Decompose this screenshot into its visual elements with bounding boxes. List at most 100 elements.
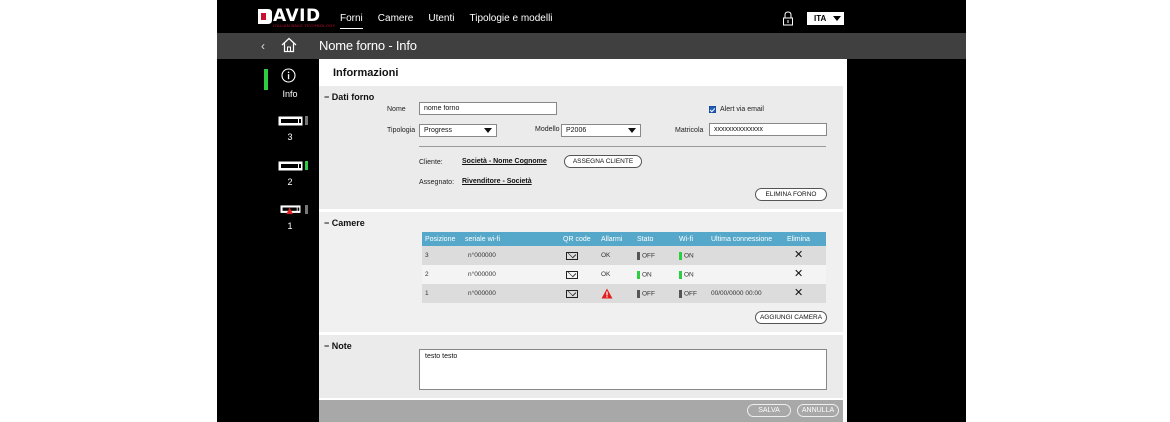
sidebar: Info 3 2 1	[217, 59, 319, 422]
cell-allarmi: OK	[598, 246, 634, 265]
col-elimina: Elimina	[784, 232, 826, 246]
top-bar: AVID ITALIAN BAKE TECHNOLOGY Forni Camer…	[217, 0, 966, 33]
assegnato-label: Assegnato:	[419, 179, 455, 186]
cancel-button[interactable]: ANNULLA	[797, 404, 839, 417]
modello-select[interactable]: P2006	[561, 124, 641, 137]
camere-section: − Camere Posizione seriale wi-fi QR code…	[319, 212, 843, 332]
app-window: AVID ITALIAN BAKE TECHNOLOGY Forni Camer…	[217, 0, 966, 422]
status-indicator	[637, 289, 640, 298]
sidebar-item-oven-1[interactable]: 1	[217, 201, 319, 245]
stato-value: ON	[642, 271, 652, 279]
matricola-input[interactable]	[709, 123, 827, 136]
note-textarea[interactable]: testo testo	[419, 349, 827, 390]
aggiungi-camera-button[interactable]: AGGIUNGI CAMERA	[755, 311, 827, 324]
home-icon[interactable]	[281, 37, 297, 53]
matricola-label: Matricola	[675, 127, 704, 134]
cell-stato: OFF	[634, 284, 676, 303]
cell-elimina: ✕	[784, 246, 826, 265]
sidebar-item-info[interactable]: Info	[217, 59, 319, 103]
note-section: − Note testo testo	[319, 335, 843, 398]
table-header-row: Posizione seriale wi-fi QR code Allarmi …	[422, 232, 826, 246]
cell-qr	[560, 246, 598, 265]
cell-elimina: ✕	[784, 265, 826, 284]
tipologia-label: Tipologia	[387, 127, 416, 134]
status-indicator	[637, 270, 640, 279]
nav-forni[interactable]: Forni	[340, 13, 363, 29]
cliente-link[interactable]: Società - Nome Cognome	[462, 158, 547, 165]
sidebar-item-oven-2[interactable]: 2	[217, 157, 319, 201]
language-value: ITA	[814, 14, 827, 23]
tipologia-select[interactable]: Progress	[419, 124, 497, 137]
wifi-value: ON	[684, 252, 694, 260]
assegnato-link[interactable]: Rivenditore - Società	[462, 178, 532, 185]
chevron-down-icon	[484, 128, 492, 133]
alert-email-label: Alert via email	[720, 106, 764, 113]
wifi-indicator	[679, 251, 682, 260]
table-row: 3 n°000000 OK OFF ON ✕	[422, 246, 826, 265]
wifi-indicator	[679, 289, 682, 298]
status-indicator	[637, 251, 640, 260]
dati-forno-title[interactable]: − Dati forno	[324, 92, 374, 102]
note-title[interactable]: − Note	[324, 341, 352, 351]
col-wifi: Wi-fi	[676, 232, 708, 246]
cell-qr	[560, 265, 598, 284]
oven-icon	[278, 161, 303, 171]
col-posizione: Posizione	[422, 232, 462, 246]
oven-alarm-icon	[280, 205, 301, 215]
warning-icon	[601, 288, 613, 299]
stato-value: OFF	[642, 290, 655, 298]
nome-label: Nome	[387, 106, 406, 113]
camere-title-text: Camere	[331, 218, 365, 228]
sub-header: ‹ Nome forno - Info	[217, 33, 966, 59]
language-select[interactable]: ITA	[807, 12, 844, 25]
cell-wifi: ON	[676, 246, 708, 265]
nav-camere[interactable]: Camere	[378, 13, 414, 29]
dati-forno-title-text: Dati forno	[331, 92, 375, 102]
cell-wifi: ON	[676, 265, 708, 284]
cell-posizione: 2	[422, 265, 462, 284]
oven-status-led	[305, 205, 308, 214]
save-button[interactable]: SALVA	[747, 404, 791, 417]
wifi-indicator	[679, 270, 682, 279]
table-row: 2 n°000000 OK ON ON ✕	[422, 265, 826, 284]
assegna-cliente-button[interactable]: ASSEGNA CLIENTE	[564, 155, 642, 168]
camere-table: Posizione seriale wi-fi QR code Allarmi …	[422, 232, 826, 303]
cell-qr	[560, 284, 598, 303]
wifi-value: OFF	[684, 290, 697, 298]
camere-title[interactable]: − Camere	[324, 218, 365, 228]
oven-status-led	[305, 116, 308, 125]
alert-email-checkbox[interactable]	[709, 106, 716, 113]
close-icon[interactable]: ✕	[794, 250, 803, 261]
main-panel: Informazioni − Dati forno Nome Alert via…	[319, 59, 847, 422]
active-indicator	[264, 69, 268, 90]
wifi-value: ON	[684, 271, 694, 279]
cell-posizione: 3	[422, 246, 462, 265]
cell-seriale: n°000000	[462, 265, 560, 284]
envelope-icon[interactable]	[566, 270, 578, 279]
close-icon[interactable]: ✕	[794, 288, 803, 299]
cell-ultima	[708, 265, 784, 284]
dati-forno-section: − Dati forno Nome Alert via email Tipolo…	[319, 86, 843, 209]
stato-value: OFF	[642, 252, 655, 260]
lock-icon[interactable]	[782, 11, 794, 26]
divider	[419, 146, 826, 147]
cell-ultima: 00/00/0000 00:00	[708, 284, 784, 303]
cell-wifi: OFF	[676, 284, 708, 303]
nav-utenti[interactable]: Utenti	[428, 13, 454, 29]
nome-input[interactable]	[419, 102, 557, 115]
logo-mark-icon	[258, 8, 272, 24]
note-title-text: Note	[331, 341, 352, 351]
elimina-forno-button[interactable]: ELIMINA FORNO	[755, 188, 827, 201]
section-heading: Informazioni	[333, 67, 399, 79]
envelope-icon[interactable]	[566, 289, 578, 298]
cell-allarmi	[598, 284, 634, 303]
modello-label: Modello	[535, 126, 560, 133]
sidebar-item-oven-3[interactable]: 3	[217, 113, 319, 157]
cell-elimina: ✕	[784, 284, 826, 303]
brand-logo[interactable]: AVID ITALIAN BAKE TECHNOLOGY	[257, 6, 335, 28]
back-chevron-icon[interactable]: ‹	[261, 39, 265, 53]
nav-tipologie[interactable]: Tipologie e modelli	[470, 13, 553, 29]
close-icon[interactable]: ✕	[794, 269, 803, 280]
envelope-icon[interactable]	[566, 251, 578, 260]
cell-allarmi: OK	[598, 265, 634, 284]
